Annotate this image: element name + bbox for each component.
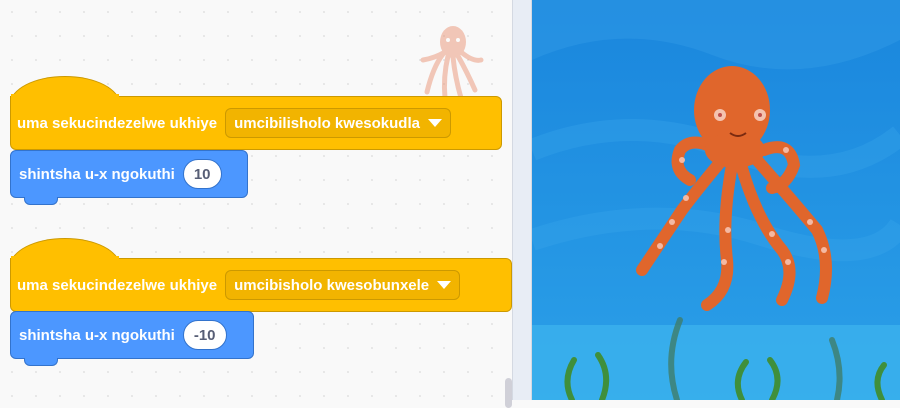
hat-cap-joint: [11, 256, 119, 260]
change-x-value-input-1[interactable]: 10: [182, 159, 222, 189]
key-dropdown-1[interactable]: umcibilisholo kwesokudla: [225, 108, 451, 138]
block-notch: [24, 358, 58, 366]
change-x-block-1[interactable]: shintsha u-x ngokuthi 10: [10, 150, 248, 198]
change-x-block-2[interactable]: shintsha u-x ngokuthi -10: [10, 311, 254, 359]
triangle-down-icon: [437, 281, 452, 289]
key-dropdown-value: umcibisholo kwesobunxele: [234, 276, 430, 294]
code-area[interactable]: uma sekucindezelwe ukhiye umcibilisholo …: [0, 0, 512, 400]
stage-backdrop: [532, 0, 900, 400]
triangle-down-icon: [427, 119, 442, 127]
motion-block-label: shintsha u-x ngokuthi: [19, 326, 175, 344]
panel-divider: [512, 0, 532, 400]
hat-block-label: uma sekucindezelwe ukhiye: [17, 114, 218, 132]
vertical-scrollbar[interactable]: [503, 0, 512, 400]
when-key-pressed-block-1[interactable]: uma sekucindezelwe ukhiye umcibilisholo …: [10, 96, 502, 150]
scrollbar-thumb[interactable]: [505, 378, 512, 408]
when-key-pressed-block-2[interactable]: uma sekucindezelwe ukhiye umcibisholo kw…: [10, 258, 512, 312]
hat-cap-joint: [11, 94, 119, 98]
change-x-value-input-2[interactable]: -10: [182, 320, 227, 350]
block-notch: [24, 197, 58, 205]
key-dropdown-2[interactable]: umcibisholo kwesobunxele: [225, 270, 461, 300]
hat-block-label: uma sekucindezelwe ukhiye: [17, 276, 218, 294]
octopus-sprite-icon: [420, 26, 484, 101]
motion-block-label: shintsha u-x ngokuthi: [19, 165, 175, 183]
stage[interactable]: [532, 0, 900, 400]
key-dropdown-value: umcibilisholo kwesokudla: [234, 114, 420, 132]
